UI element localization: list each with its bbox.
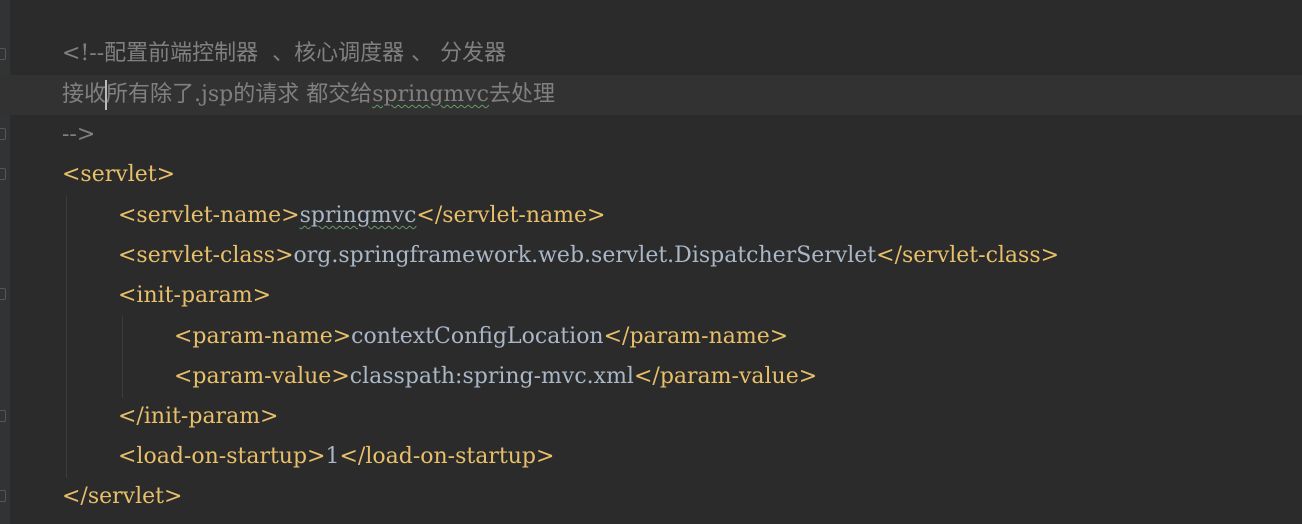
code-editor[interactable]: <!--配置前端控制器 、核心调度器 、 分发器 接收所有除了.jsp的请求 都… xyxy=(0,0,1302,524)
xml-tag: <param-name> xyxy=(174,324,352,349)
xml-tag: <servlet-class> xyxy=(118,243,294,268)
xml-tag: </servlet-class> xyxy=(876,243,1060,268)
xml-tag: </servlet> xyxy=(62,484,183,509)
comment-text: 所有除了.jsp的请求 都交给 xyxy=(106,82,373,107)
xml-tag: </param-value> xyxy=(633,364,818,389)
code-line[interactable]: <servlet-class>org.springframework.web.s… xyxy=(118,236,1059,276)
comment-typo-word: springmvc xyxy=(372,82,489,107)
code-line[interactable]: <servlet> xyxy=(62,155,175,195)
code-line[interactable]: <param-value>classpath:spring-mvc.xml</p… xyxy=(174,357,817,397)
fold-marker-icon[interactable] xyxy=(0,288,6,300)
xml-tag: </load-on-startup> xyxy=(339,444,555,469)
code-line[interactable]: <param-name>contextConfigLocation</param… xyxy=(174,317,788,357)
fold-marker-icon[interactable] xyxy=(0,410,6,422)
xml-tag: </servlet-name> xyxy=(416,203,606,228)
fold-marker-icon[interactable] xyxy=(0,490,6,502)
code-line[interactable]: <servlet-name>springmvc</servlet-name> xyxy=(118,196,605,236)
code-line[interactable]: <load-on-startup>1</load-on-startup> xyxy=(118,437,554,477)
tag-value: org.springframework.web.servlet.Dispatch… xyxy=(293,243,877,268)
xml-tag: </param-name> xyxy=(603,324,789,349)
code-line[interactable]: </init-param> xyxy=(118,397,279,437)
xml-tag: <load-on-startup> xyxy=(118,444,326,469)
comment-text: --> xyxy=(62,122,96,147)
code-line[interactable]: </servlet> xyxy=(62,477,182,517)
xml-tag: <param-value> xyxy=(174,364,350,389)
tag-value-typo-word: springmvc xyxy=(299,203,417,228)
xml-tag: <servlet-name> xyxy=(118,203,300,228)
xml-tag: </init-param> xyxy=(118,404,279,429)
comment-text: 接收 xyxy=(62,82,107,107)
tag-value: contextConfigLocation xyxy=(351,324,604,349)
code-line[interactable]: --> xyxy=(62,115,95,155)
xml-tag: <init-param> xyxy=(118,283,272,308)
code-line[interactable]: <init-param> xyxy=(118,276,271,316)
indent-guide xyxy=(122,316,123,398)
indent-guide xyxy=(66,196,67,478)
code-line-current[interactable]: 接收所有除了.jsp的请求 都交给springmvc去处理 xyxy=(0,75,1302,115)
fold-marker-icon[interactable] xyxy=(0,168,6,180)
fold-marker-icon[interactable] xyxy=(0,128,6,140)
xml-tag: <servlet> xyxy=(62,162,176,187)
fold-marker-icon[interactable] xyxy=(0,48,6,60)
tag-value: classpath:spring-mvc.xml xyxy=(349,364,634,389)
code-line[interactable]: <!--配置前端控制器 、核心调度器 、 分发器 xyxy=(62,34,506,74)
comment-text: <!--配置前端控制器 、核心调度器 、 分发器 xyxy=(62,41,507,66)
comment-text: 去处理 xyxy=(489,82,556,107)
tag-value: 1 xyxy=(325,444,340,469)
